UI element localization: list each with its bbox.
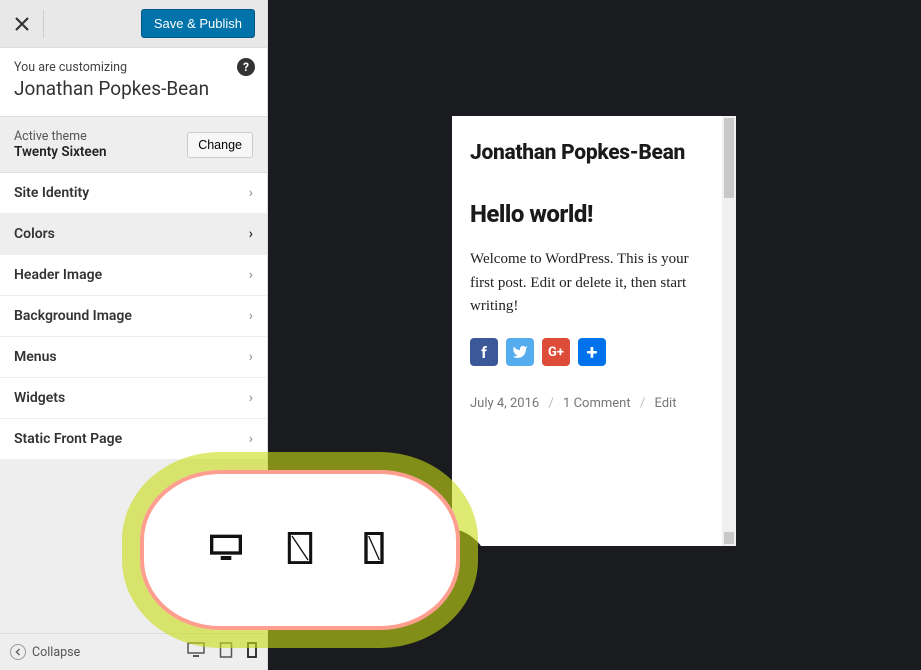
facebook-share-button[interactable]: f (470, 338, 498, 366)
chevron-right-icon: › (249, 390, 253, 406)
panel-label: Background Image (14, 308, 132, 324)
post-comments-link[interactable]: 1 Comment (563, 396, 631, 411)
collapse-label: Collapse (32, 645, 80, 660)
tablet-view-button[interactable] (219, 642, 233, 662)
panel-background-image[interactable]: Background Image › (0, 296, 267, 337)
device-preview-toggles (187, 642, 257, 662)
panel-label: Widgets (14, 390, 65, 406)
sidebar-spacer (0, 460, 267, 633)
panel-widgets[interactable]: Widgets › (0, 378, 267, 419)
preview-post-title[interactable]: Hello world! (470, 200, 704, 228)
panel-static-front-page[interactable]: Static Front Page › (0, 419, 267, 460)
site-title: Jonathan Popkes-Bean (14, 77, 253, 100)
panel-label: Static Front Page (14, 431, 122, 447)
preview-post-body: Welcome to WordPress. This is your first… (470, 248, 704, 318)
chevron-right-icon: › (249, 349, 253, 365)
mobile-view-button[interactable] (247, 642, 257, 662)
post-edit-link[interactable]: Edit (654, 396, 676, 411)
social-share-row: f G+ + (470, 338, 704, 366)
collapse-icon (10, 644, 26, 660)
change-theme-button[interactable]: Change (187, 132, 253, 158)
post-date[interactable]: July 4, 2016 (470, 396, 539, 411)
panel-header-image[interactable]: Header Image › (0, 255, 267, 296)
desktop-icon (187, 642, 205, 658)
active-theme-label: Active theme (14, 129, 107, 144)
chevron-right-icon: › (249, 431, 253, 447)
preview-scrollbar[interactable] (722, 116, 736, 546)
customizer-sidebar: Save & Publish You are customizing Jonat… (0, 0, 268, 670)
panel-label: Menus (14, 349, 57, 365)
panel-label: Site Identity (14, 185, 89, 201)
sidebar-footer: Collapse (0, 633, 267, 670)
googleplus-icon: G+ (548, 345, 564, 360)
panel-menus[interactable]: Menus › (0, 337, 267, 378)
customizing-label: You are customizing (14, 60, 253, 75)
chevron-right-icon: › (249, 185, 253, 201)
meta-separator: / (640, 396, 645, 411)
panel-site-identity[interactable]: Site Identity › (0, 173, 267, 214)
googleplus-share-button[interactable]: G+ (542, 338, 570, 366)
close-icon (15, 17, 29, 31)
panel-list: Site Identity › Colors › Header Image › … (0, 173, 267, 460)
preview-content: Jonathan Popkes-Bean Hello world! Welcom… (452, 116, 722, 546)
desktop-view-button[interactable] (187, 642, 205, 662)
mobile-preview-frame: Jonathan Popkes-Bean Hello world! Welcom… (452, 116, 736, 546)
panel-colors[interactable]: Colors › (0, 214, 267, 255)
chevron-right-icon: › (249, 267, 253, 283)
twitter-icon (512, 344, 528, 360)
active-theme-name: Twenty Sixteen (14, 144, 107, 160)
help-icon[interactable]: ? (237, 58, 255, 76)
generic-share-button[interactable]: + (578, 338, 606, 366)
collapse-button[interactable]: Collapse (10, 644, 80, 660)
tablet-icon (219, 642, 233, 658)
save-publish-button[interactable]: Save & Publish (141, 9, 255, 38)
post-meta: July 4, 2016 / 1 Comment / Edit (470, 396, 704, 411)
close-button[interactable] (0, 10, 44, 38)
meta-separator: / (548, 396, 553, 411)
twitter-share-button[interactable] (506, 338, 534, 366)
chevron-right-icon: › (249, 226, 253, 242)
panel-label: Colors (14, 226, 55, 242)
preview-site-title[interactable]: Jonathan Popkes-Bean (470, 140, 704, 166)
mobile-icon (247, 642, 257, 658)
sidebar-header: Save & Publish (0, 0, 267, 48)
facebook-icon: f (481, 343, 487, 362)
plus-icon: + (587, 340, 598, 364)
panel-label: Header Image (14, 267, 102, 283)
customizing-panel: You are customizing Jonathan Popkes-Bean… (0, 48, 267, 117)
preview-area: Jonathan Popkes-Bean Hello world! Welcom… (268, 0, 921, 670)
theme-row: Active theme Twenty Sixteen Change (0, 117, 267, 173)
chevron-right-icon: › (249, 308, 253, 324)
